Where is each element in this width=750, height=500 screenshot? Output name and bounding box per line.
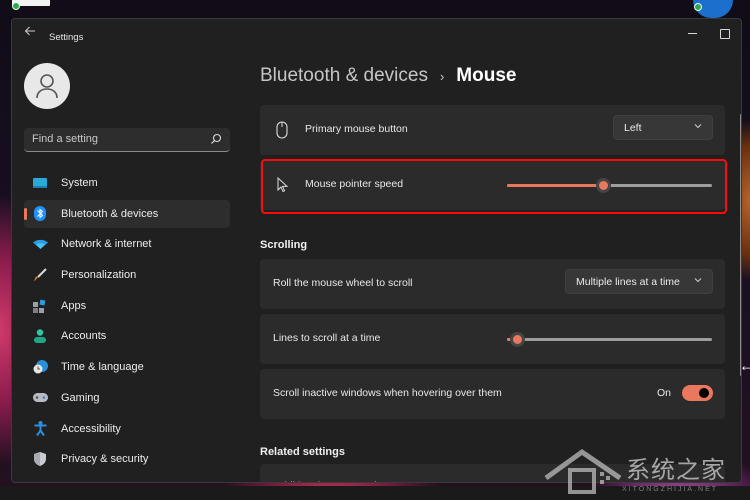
mouse-icon xyxy=(276,121,288,139)
search-input[interactable] xyxy=(24,128,204,150)
brush-icon xyxy=(32,267,48,283)
monitor-icon xyxy=(32,175,48,191)
toggle-state-label: On xyxy=(657,387,672,399)
sidebar-nav: System Bluetooth & devices Network & int… xyxy=(24,169,230,476)
slider-track xyxy=(507,338,712,341)
sidebar-item-label: Gaming xyxy=(61,391,100,404)
sidebar-item-label: Privacy & security xyxy=(61,453,149,466)
breadcrumb-parent-link[interactable]: Bluetooth & devices xyxy=(260,65,428,87)
sidebar-item-bluetooth-devices[interactable]: Bluetooth & devices xyxy=(24,199,230,228)
primary-mouse-button-card: Primary mouse button Left xyxy=(260,105,725,155)
sidebar-item-label: Accounts xyxy=(61,330,107,343)
sidebar-item-network-internet[interactable]: Network & internet xyxy=(24,230,230,258)
dropdown-value: Multiple lines at a time xyxy=(576,276,680,288)
shield-icon xyxy=(32,451,48,467)
lines-to-scroll-slider[interactable] xyxy=(507,332,712,347)
sidebar-item-time-language[interactable]: Time & language xyxy=(24,353,230,381)
scrolling-section-title: Scrolling xyxy=(260,239,308,251)
mouse-pointer-speed-card: Mouse pointer speed xyxy=(260,160,725,210)
chevron-right-icon: › xyxy=(439,68,445,84)
slider-thumb[interactable] xyxy=(509,332,525,347)
app-title: Settings xyxy=(49,32,84,43)
person-icon xyxy=(32,328,48,344)
roll-wheel-label: Roll the mouse wheel to scroll xyxy=(273,277,413,289)
bluetooth-icon xyxy=(32,206,48,222)
chevron-down-icon xyxy=(694,278,702,283)
sidebar-item-apps[interactable]: Apps xyxy=(24,292,230,320)
search-box[interactable] xyxy=(24,128,230,152)
sidebar-item-accessibility[interactable]: Accessibility xyxy=(24,415,230,443)
minimize-button[interactable] xyxy=(677,23,707,43)
sidebar-item-label: Accessibility xyxy=(61,422,121,435)
sync-check-icon xyxy=(694,3,702,11)
sidebar-item-label: Bluetooth & devices xyxy=(61,207,159,220)
mouse-pointer-speed-label: Mouse pointer speed xyxy=(305,178,404,190)
taskbar xyxy=(0,486,750,500)
sidebar-item-gaming[interactable]: Gaming xyxy=(24,384,230,412)
sidebar-item-privacy-security[interactable]: Privacy & security xyxy=(24,445,230,473)
vertical-scrollbar[interactable] xyxy=(740,114,741,376)
sidebar-item-personalization[interactable]: Personalization xyxy=(24,261,230,289)
chevron-down-icon xyxy=(694,124,702,129)
mouse-pointer-speed-slider[interactable] xyxy=(507,178,712,193)
resize-cursor-icon: ⟷ xyxy=(742,363,750,373)
primary-mouse-button-dropdown[interactable]: Left xyxy=(613,115,713,140)
scroll-inactive-card: Scroll inactive windows when hovering ov… xyxy=(260,369,725,419)
sidebar-item-label: Personalization xyxy=(61,269,137,282)
sidebar-item-accounts[interactable]: Accounts xyxy=(24,322,230,350)
primary-mouse-button-label: Primary mouse button xyxy=(305,123,408,135)
sidebar-item-label: Time & language xyxy=(61,361,144,374)
back-button[interactable] xyxy=(22,25,38,41)
gamepad-icon xyxy=(32,390,48,406)
lines-to-scroll-card: Lines to scroll at a time xyxy=(260,314,725,364)
related-settings-title: Related settings xyxy=(260,446,345,458)
accessibility-icon xyxy=(32,421,48,437)
maximize-button[interactable] xyxy=(710,23,740,43)
globe-clock-icon xyxy=(32,359,48,375)
settings-window: Settings System Bluetooth & devices xyxy=(11,18,742,483)
wifi-icon xyxy=(32,236,48,252)
title-bar: Settings xyxy=(12,19,741,47)
lines-to-scroll-label: Lines to scroll at a time xyxy=(273,332,381,344)
apps-icon xyxy=(32,298,48,314)
person-icon xyxy=(36,74,58,99)
dropdown-value: Left xyxy=(624,122,642,134)
roll-wheel-dropdown[interactable]: Multiple lines at a time xyxy=(565,269,713,294)
roll-wheel-card: Roll the mouse wheel to scroll Multiple … xyxy=(260,259,725,309)
breadcrumb: Bluetooth & devices › Mouse xyxy=(260,65,516,87)
pointer-cursor-icon xyxy=(277,176,289,193)
search-icon[interactable] xyxy=(210,133,222,145)
sidebar-item-system[interactable]: System xyxy=(24,169,230,197)
user-avatar[interactable] xyxy=(24,63,70,109)
page-title: Mouse xyxy=(456,65,517,86)
slider-fill xyxy=(507,184,604,187)
slider-thumb[interactable] xyxy=(595,178,611,193)
sidebar-item-label: Apps xyxy=(61,299,87,312)
sidebar-item-label: Network & internet xyxy=(61,238,152,251)
arrow-left-icon xyxy=(24,26,35,36)
scroll-inactive-toggle[interactable] xyxy=(682,385,713,401)
additional-mouse-settings-link[interactable]: Additional mouse settings xyxy=(274,480,394,482)
close-button[interactable] xyxy=(740,23,741,43)
sidebar-item-label: System xyxy=(61,177,98,189)
scroll-inactive-label: Scroll inactive windows when hovering ov… xyxy=(273,387,502,399)
sync-check-icon xyxy=(12,2,20,10)
